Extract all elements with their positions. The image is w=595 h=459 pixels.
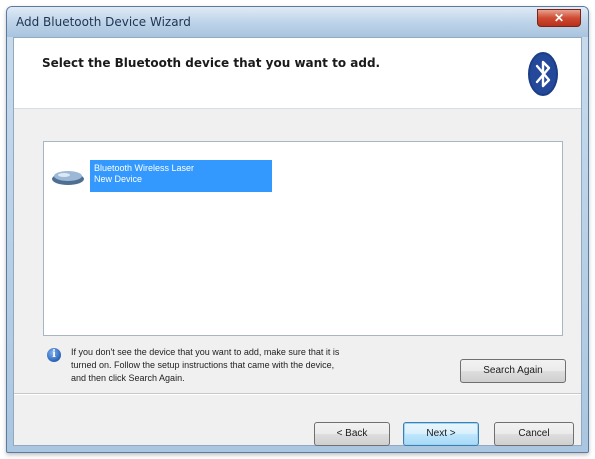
page-title: Select the Bluetooth device that you wan… [42, 56, 381, 70]
info-message: i If you don't see the device that you w… [47, 346, 467, 390]
title-bar[interactable]: Add Bluetooth Device Wizard ✕ [7, 7, 588, 37]
list-item[interactable]: Bluetooth Wireless Laser New Device [48, 160, 278, 192]
window-title: Add Bluetooth Device Wizard [16, 15, 191, 29]
wizard-header: Select the Bluetooth device that you wan… [14, 38, 581, 109]
wizard-client-area: Select the Bluetooth device that you wan… [13, 37, 582, 446]
device-status: New Device [94, 174, 143, 184]
info-line: and then click Search Again. [71, 373, 185, 383]
info-line: turned on. Follow the setup instructions… [71, 360, 335, 370]
bluetooth-icon [528, 52, 558, 96]
wizard-window: Add Bluetooth Device Wizard ✕ Select the… [6, 6, 589, 453]
search-again-button[interactable]: Search Again [460, 359, 566, 383]
cancel-button[interactable]: Cancel [494, 422, 574, 446]
footer-divider [14, 393, 581, 395]
next-button[interactable]: Next > [403, 422, 479, 446]
info-text: If you don't see the device that you wan… [71, 346, 471, 385]
device-name: Bluetooth Wireless Laser [94, 163, 195, 173]
device-list[interactable]: Bluetooth Wireless Laser New Device [43, 141, 563, 336]
close-button[interactable]: ✕ [537, 9, 581, 27]
device-label[interactable]: Bluetooth Wireless Laser New Device [90, 160, 272, 192]
mouse-icon [52, 171, 84, 185]
back-button[interactable]: < Back [314, 422, 390, 446]
info-line: If you don't see the device that you wan… [71, 347, 340, 357]
info-icon: i [47, 348, 61, 362]
